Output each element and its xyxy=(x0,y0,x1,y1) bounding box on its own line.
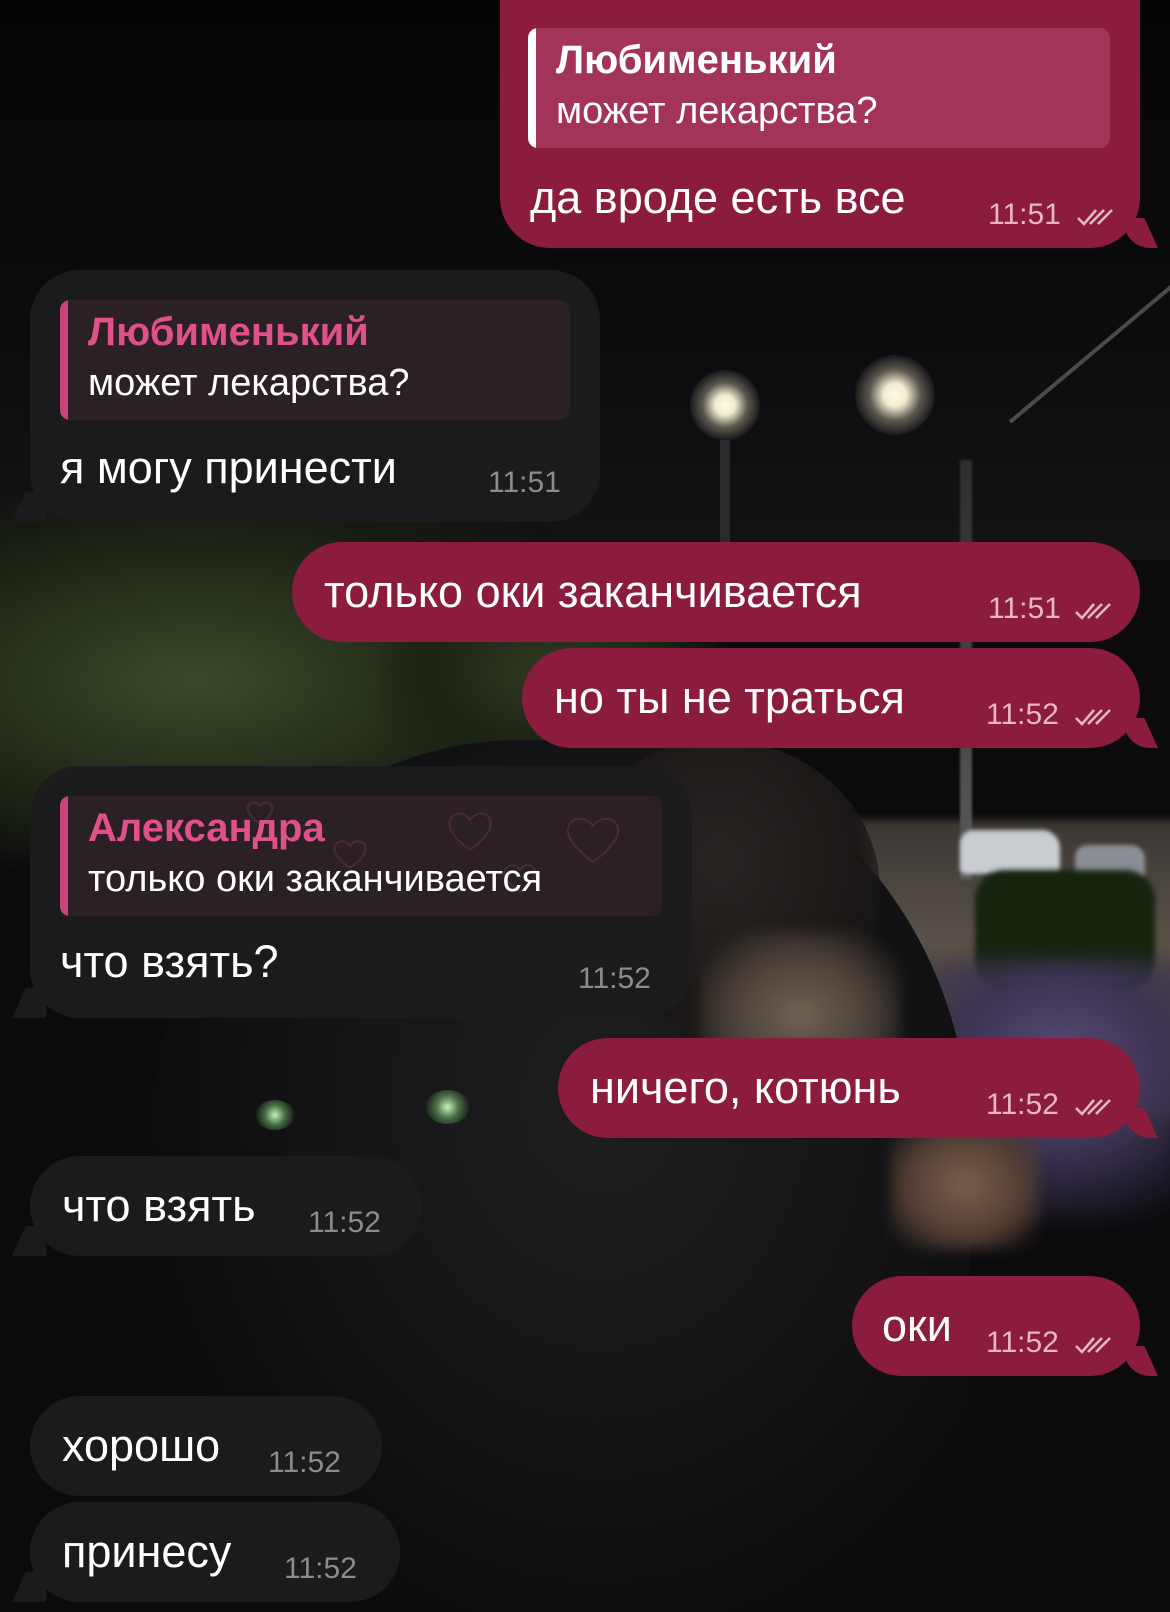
message-time: 11:52 xyxy=(268,1446,341,1479)
reply-text: только оки заканчивается xyxy=(88,858,543,900)
double-check-icon xyxy=(1077,209,1113,226)
message-time: 11:52 xyxy=(986,1326,1059,1359)
message-time: 11:51 xyxy=(488,466,561,499)
message-text: что взять xyxy=(62,1180,256,1231)
message-time: 11:52 xyxy=(986,698,1059,731)
message-text: только оки заканчивается xyxy=(324,566,862,617)
message-text: но ты не траться xyxy=(554,672,905,723)
double-check-icon xyxy=(1075,709,1111,726)
message-list[interactable]: Любименький может лекарства? да вроде ес… xyxy=(0,0,1170,1612)
bubble-tail xyxy=(12,1226,46,1256)
incoming-message[interactable]: Александра только оки заканчивается что … xyxy=(12,766,692,1018)
reply-author: Любименький xyxy=(556,38,837,82)
reply-text: может лекарства? xyxy=(88,362,410,404)
outgoing-message[interactable]: но ты не траться 11:52 xyxy=(522,648,1158,748)
message-text: хорошо xyxy=(62,1420,221,1471)
double-check-icon xyxy=(1075,603,1111,620)
message-time: 11:52 xyxy=(284,1552,357,1585)
bubble-tail xyxy=(1124,1346,1158,1376)
reply-quote-bar xyxy=(60,300,68,420)
incoming-message[interactable]: принесу 11:52 xyxy=(12,1502,400,1602)
message-time: 11:51 xyxy=(988,198,1061,231)
message-text: принесу xyxy=(62,1526,232,1577)
bubble-tail xyxy=(12,492,46,522)
bubble-tail xyxy=(1124,218,1158,248)
incoming-message[interactable]: что взять 11:52 xyxy=(12,1156,422,1256)
reply-text: может лекарства? xyxy=(556,90,878,132)
double-check-icon xyxy=(1075,1337,1111,1354)
incoming-message[interactable]: хорошо 11:52 xyxy=(30,1396,382,1496)
reply-quote-bar xyxy=(60,796,68,916)
bubble-tail xyxy=(1124,1108,1158,1138)
incoming-message[interactable]: Любименький может лекарства? я могу прин… xyxy=(12,270,600,522)
bubble-tail xyxy=(12,1572,46,1602)
message-text: да вроде есть все xyxy=(530,172,906,223)
message-time: 11:51 xyxy=(988,592,1061,625)
message-text: оки xyxy=(882,1300,952,1351)
bubble-tail xyxy=(1124,718,1158,748)
reply-quote[interactable]: Александра только оки заканчивается xyxy=(60,796,662,916)
bubble-tail xyxy=(12,988,46,1018)
message-time: 11:52 xyxy=(578,962,651,995)
double-check-icon xyxy=(1075,1099,1111,1116)
reply-author: Александра xyxy=(88,806,325,850)
outgoing-message[interactable]: оки 11:52 xyxy=(852,1276,1158,1376)
reply-quote[interactable]: Любименький может лекарства? xyxy=(528,28,1110,148)
reply-author: Любименький xyxy=(88,310,369,354)
message-text: что взять? xyxy=(60,936,279,987)
message-text: я могу принести xyxy=(60,442,397,493)
reply-quote[interactable]: Любименький может лекарства? xyxy=(60,300,570,420)
outgoing-message[interactable]: ничего, котюнь 11:52 xyxy=(558,1038,1158,1138)
message-time: 11:52 xyxy=(986,1088,1059,1121)
outgoing-message[interactable]: Любименький может лекарства? да вроде ес… xyxy=(500,0,1158,248)
message-text: ничего, котюнь xyxy=(590,1062,901,1113)
reply-quote-bar xyxy=(528,28,536,148)
outgoing-message[interactable]: только оки заканчивается 11:51 xyxy=(292,542,1140,642)
message-time: 11:52 xyxy=(308,1206,381,1239)
